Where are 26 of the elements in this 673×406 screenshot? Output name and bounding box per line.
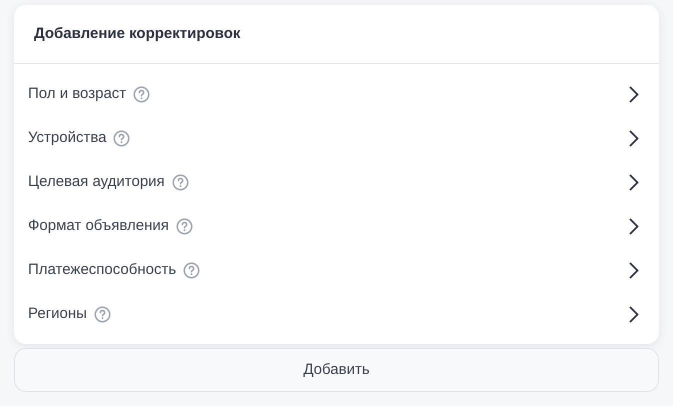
menu-item[interactable]: Формат объявления — [14, 204, 659, 248]
help-icon[interactable] — [172, 174, 189, 190]
help-icon[interactable] — [113, 130, 130, 146]
help-icon[interactable] — [133, 86, 150, 102]
chevron-right-icon — [629, 174, 639, 190]
chevron-right-icon — [629, 262, 639, 278]
help-icon[interactable] — [94, 306, 111, 322]
chevron-right-icon — [629, 306, 639, 322]
menu-item[interactable]: Устройства — [14, 116, 659, 160]
item-label: Формат объявления — [28, 216, 169, 236]
chevron-right-icon — [629, 218, 639, 234]
menu-item[interactable]: Регионы — [14, 292, 659, 336]
help-icon[interactable] — [183, 262, 200, 278]
menu-item[interactable]: Пол и возраст — [14, 72, 659, 116]
menu-item[interactable]: Платежеспособность — [14, 248, 659, 292]
add-button[interactable]: Добавить — [14, 348, 659, 392]
chevron-right-icon — [629, 86, 639, 102]
menu-item[interactable]: Целевая аудитория — [14, 160, 659, 204]
item-label: Регионы — [28, 304, 87, 324]
help-icon[interactable] — [176, 218, 193, 234]
panel-title: Добавление корректировок — [34, 24, 240, 44]
item-label: Устройства — [28, 128, 106, 148]
item-label: Платежеспособность — [28, 260, 176, 280]
item-label: Пол и возраст — [28, 84, 126, 104]
chevron-right-icon — [629, 130, 639, 146]
item-label: Целевая аудитория — [28, 172, 165, 192]
